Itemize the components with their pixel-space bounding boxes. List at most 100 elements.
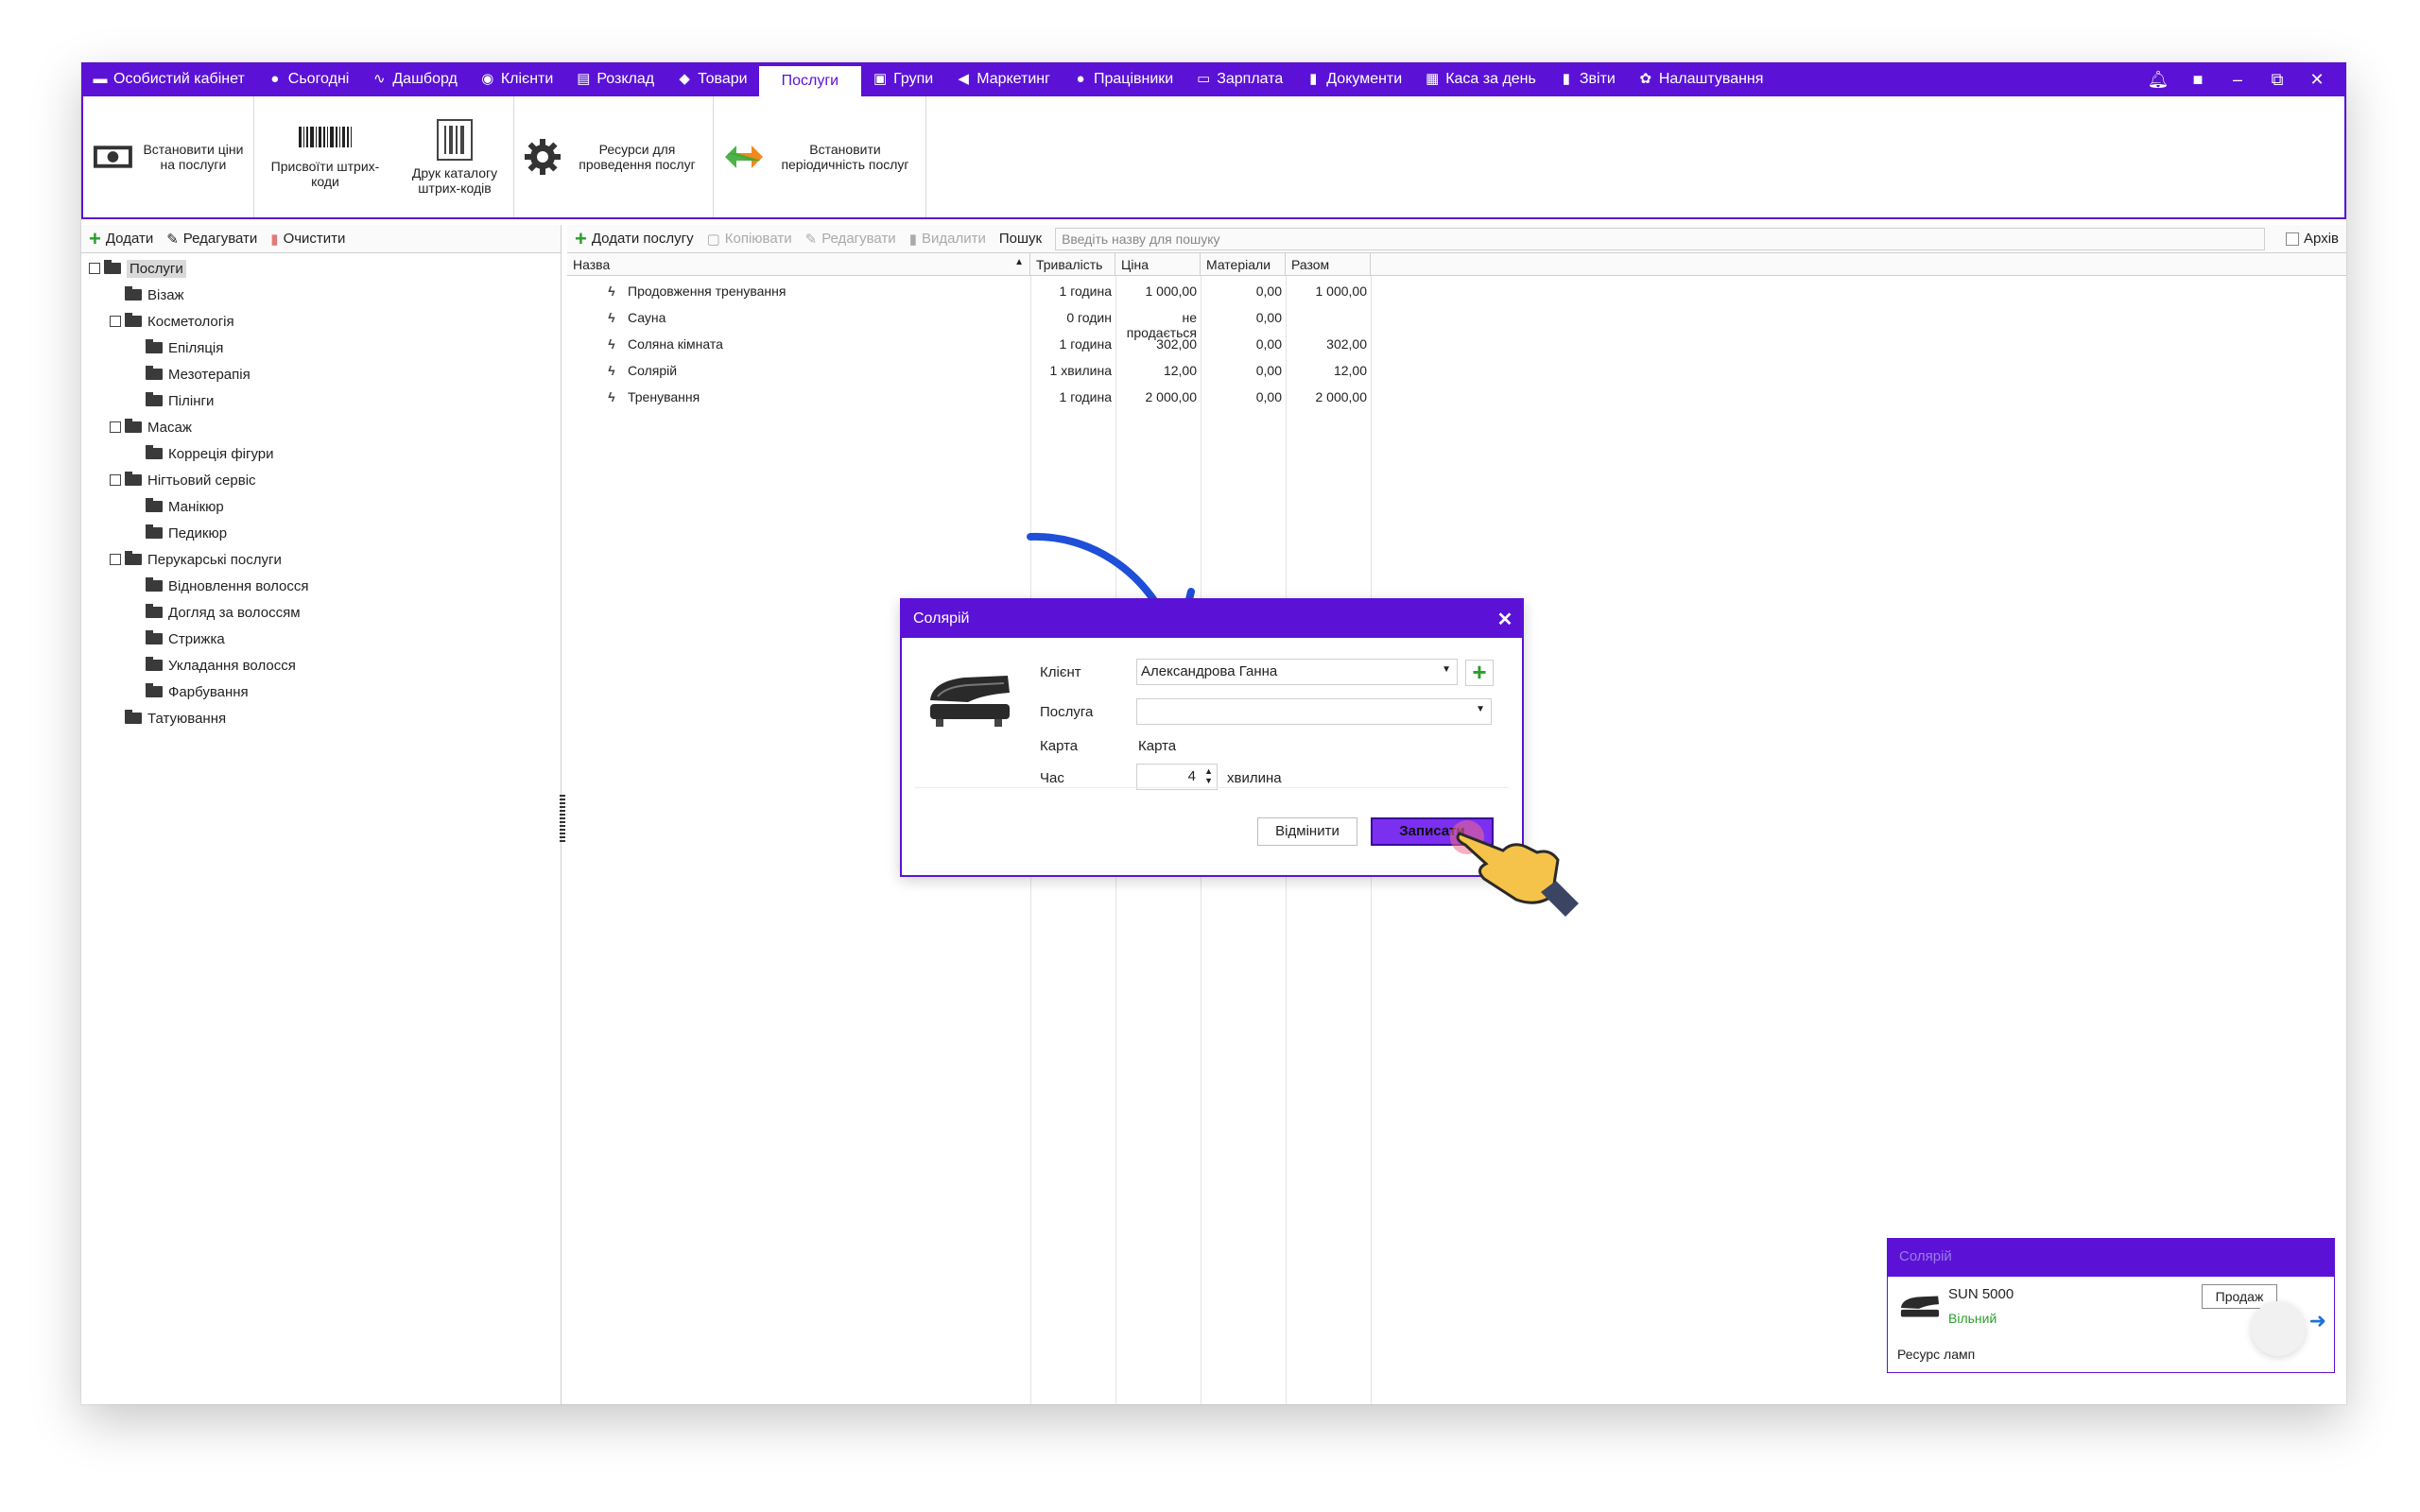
- pointer-hand-icon: [1450, 820, 1579, 917]
- tree-node[interactable]: Масаж: [81, 414, 561, 440]
- lightning-icon: ϟ: [608, 336, 615, 352]
- tree-node-label: Масаж: [147, 419, 192, 436]
- tab-settings[interactable]: ✿ Налаштування: [1627, 62, 1775, 96]
- tree-node[interactable]: Косметологія: [81, 308, 561, 335]
- time-stepper[interactable]: 4 ▲ ▼: [1136, 764, 1218, 790]
- gear-icon: ✿: [1639, 71, 1652, 87]
- col-materials-label: Матеріали: [1206, 257, 1271, 272]
- trash-icon: ▮: [270, 231, 279, 248]
- col-materials-header[interactable]: Матеріали: [1201, 253, 1286, 276]
- tree-node[interactable]: Пілінги: [81, 387, 561, 414]
- cell-materials: 0,00: [1201, 304, 1286, 331]
- col-price-header[interactable]: Ціна: [1115, 253, 1201, 276]
- tree-node-label: Косметологія: [147, 313, 234, 330]
- expand-toggle-icon[interactable]: [89, 263, 100, 274]
- copy-button[interactable]: ▢ Копіювати: [707, 231, 792, 248]
- gear-icon: [525, 139, 561, 175]
- cell-text: Соляна кімната: [628, 336, 723, 352]
- tree-node[interactable]: Епіляція: [81, 335, 561, 361]
- add-client-button[interactable]: +: [1465, 660, 1494, 686]
- clear-category-button[interactable]: ▮ Очистити: [270, 231, 345, 248]
- tree-node[interactable]: Догляд за волоссям: [81, 599, 561, 626]
- tree-node[interactable]: Корреція фігури: [81, 440, 561, 467]
- tab-today[interactable]: ● Сьогодні: [256, 62, 361, 96]
- lock-icon[interactable]: ■: [2178, 70, 2218, 90]
- search-input[interactable]: Введіть назву для пошуку: [1055, 227, 2266, 250]
- table-row[interactable]: ϟ Сауна 0 годин не продається 0,00: [567, 304, 1579, 340]
- resources-button[interactable]: Ресурси для проведення послуг: [514, 96, 713, 217]
- dialog-title: Солярій: [913, 610, 970, 627]
- dialog-body: Клієнт Александрова Ганна ▼ + Послуга ▼ К…: [902, 638, 1522, 875]
- service-select[interactable]: ▼: [1136, 698, 1492, 725]
- folder-icon: [104, 260, 121, 274]
- table-row[interactable]: ϟ Продовження тренування 1 година 1 000,00 0…: [567, 278, 1579, 304]
- tab-services[interactable]: Послуги: [758, 66, 862, 96]
- expand-toggle-icon[interactable]: [110, 421, 121, 433]
- edit-category-button[interactable]: ✎ Редагувати: [166, 231, 257, 248]
- folder-icon: [125, 286, 142, 301]
- restore-icon[interactable]: ⧉: [2257, 70, 2297, 90]
- bell-icon[interactable]: 🔔︎: [2138, 70, 2178, 90]
- expand-toggle-icon[interactable]: [110, 554, 121, 565]
- periodicity-button[interactable]: Встановити періодичність послуг: [714, 96, 925, 217]
- bar-chart-icon: ▮: [1562, 71, 1570, 87]
- expand-toggle-icon[interactable]: [110, 316, 121, 327]
- money-icon: [93, 146, 132, 168]
- arrow-right-icon[interactable]: ➜: [2309, 1309, 2326, 1333]
- col-total-header[interactable]: Разом: [1286, 253, 1371, 276]
- assign-barcodes-button[interactable]: Присвоїти штрих-коди: [254, 96, 396, 217]
- add-service-button[interactable]: + Додати послугу: [575, 228, 694, 249]
- edit-service-button[interactable]: ✎ Редагувати: [805, 231, 896, 248]
- tree-node[interactable]: Педикюр: [81, 520, 561, 546]
- tree-node[interactable]: Фарбування: [81, 679, 561, 705]
- tab-clients[interactable]: ◉ Клієнти: [469, 62, 564, 96]
- tab-employees[interactable]: ● Працівники: [1062, 62, 1184, 96]
- tree-node-label: Відновлення волосся: [168, 577, 309, 594]
- col-name-header[interactable]: Назва ▲: [567, 253, 1030, 276]
- tab-cash-day[interactable]: ▦ Каса за день: [1413, 62, 1547, 96]
- col-duration-header[interactable]: Тривалість: [1030, 253, 1115, 276]
- print-catalog-button[interactable]: Друк каталогу штрих-кодів: [396, 96, 513, 217]
- splitter-handle[interactable]: [560, 795, 565, 842]
- tab-salary[interactable]: ▭ Зарплата: [1184, 62, 1294, 96]
- tab-personal-cabinet[interactable]: ▬ Особистий кабінет: [81, 62, 256, 96]
- tree-node[interactable]: Укладання волосся: [81, 652, 561, 679]
- barcode-catalog-icon: [437, 119, 473, 161]
- tree-node[interactable]: Візаж: [81, 282, 561, 308]
- tab-schedule[interactable]: ▤ Розклад: [564, 62, 666, 96]
- add-category-button[interactable]: + Додати: [89, 228, 153, 249]
- archive-checkbox[interactable]: Архів: [2286, 231, 2346, 247]
- tab-reports[interactable]: ▮ Звіти: [1547, 62, 1627, 96]
- chat-bubble-icon[interactable]: [2251, 1301, 2306, 1356]
- device-status: Вільний: [1948, 1311, 1997, 1326]
- tree-node[interactable]: Послуги: [81, 255, 561, 282]
- periodicity-label: Встановити періодичність послуг: [781, 142, 909, 172]
- tab-dashboard[interactable]: ∿ Дашборд: [360, 62, 469, 96]
- cell-text: 0,00: [1255, 363, 1282, 378]
- client-select[interactable]: Александрова Ганна ▼: [1136, 659, 1458, 685]
- tab-goods[interactable]: ◆ Товари: [666, 62, 758, 96]
- table-row[interactable]: ϟ Соляна кімната 1 година 302,00 0,00 302,00: [567, 331, 1579, 357]
- delete-service-button[interactable]: ▮ Видалити: [909, 231, 986, 248]
- tree-node[interactable]: Мезотерапія: [81, 361, 561, 387]
- table-row[interactable]: ϟ Солярій 1 хвилина 12,00 0,00 12,00: [567, 357, 1579, 384]
- tree-node[interactable]: Татуювання: [81, 705, 561, 731]
- set-prices-button[interactable]: Встановити ціни на послуги: [83, 96, 253, 217]
- minimize-icon[interactable]: –: [2218, 70, 2257, 90]
- tab-label: Налаштування: [1658, 71, 1764, 87]
- tree-node[interactable]: Відновлення волосся: [81, 573, 561, 599]
- tab-label: Особистий кабінет: [113, 71, 245, 87]
- tree-node[interactable]: Стрижка: [81, 626, 561, 652]
- tree-node[interactable]: Нігтьовий сервіс: [81, 467, 561, 493]
- close-icon[interactable]: ✕: [2297, 70, 2337, 90]
- tab-documents[interactable]: ▮ Документи: [1294, 62, 1413, 96]
- table-row[interactable]: ϟ Тренування 1 година 2 000,00 0,00 2 000,00: [567, 384, 1579, 410]
- expand-toggle-icon[interactable]: [110, 474, 121, 486]
- copy-label: Копіювати: [724, 231, 792, 247]
- tree-node[interactable]: Манікюр: [81, 493, 561, 520]
- close-icon[interactable]: ✕: [1488, 608, 1522, 631]
- tab-marketing[interactable]: ◀ Маркетинг: [944, 62, 1062, 96]
- tree-node[interactable]: Перукарські послуги: [81, 546, 561, 573]
- tab-groups[interactable]: ▣ Групи: [861, 62, 944, 96]
- cancel-button[interactable]: Відмінити: [1257, 817, 1357, 846]
